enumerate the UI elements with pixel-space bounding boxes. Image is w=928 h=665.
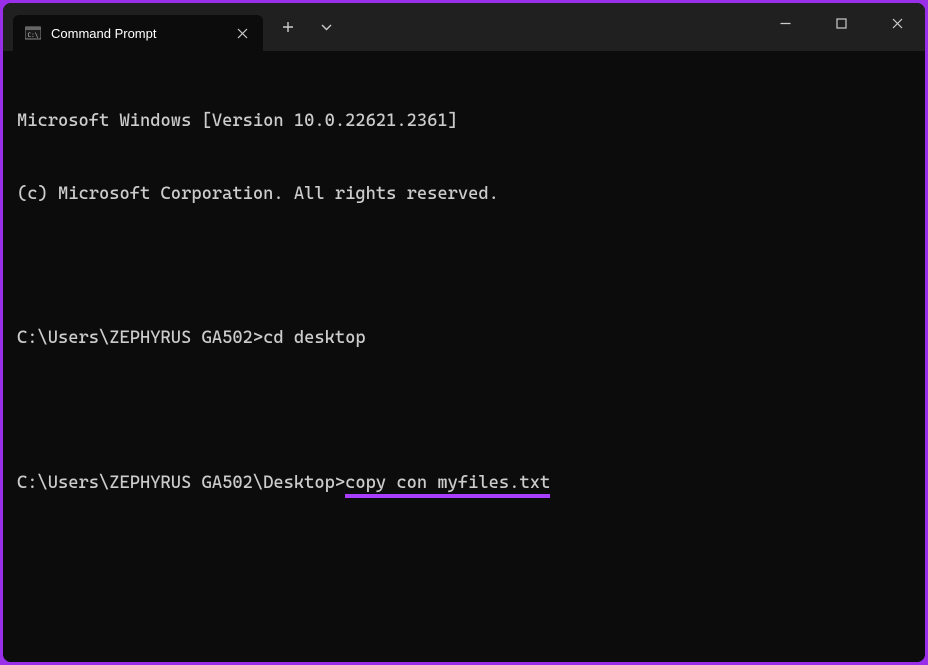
window-controls (757, 3, 925, 51)
copyright-line: (c) Microsoft Corporation. All rights re… (17, 182, 911, 206)
prompt-line-1: C:\Users\ZEPHYRUS GA502>cd desktop (17, 326, 911, 350)
prompt-1: C:\Users\ZEPHYRUS GA502> (17, 328, 263, 348)
command-2-highlighted: copy con myfiles.txt (345, 473, 550, 498)
prompt-line-2: C:\Users\ZEPHYRUS GA502\Desktop>copy con… (17, 471, 911, 495)
close-window-button[interactable] (869, 3, 925, 43)
command-1: cd desktop (263, 328, 366, 348)
tab-title: Command Prompt (51, 26, 223, 41)
tab-command-prompt[interactable]: C:\ Command Prompt (13, 15, 263, 51)
blank-line (17, 399, 911, 423)
titlebar: C:\ Command Prompt (3, 3, 925, 51)
maximize-button[interactable] (813, 3, 869, 43)
terminal-content-area[interactable]: Microsoft Windows [Version 10.0.22621.23… (3, 51, 925, 662)
svg-text:C:\: C:\ (28, 32, 39, 39)
version-line: Microsoft Windows [Version 10.0.22621.23… (17, 109, 911, 133)
prompt-2: C:\Users\ZEPHYRUS GA502\Desktop> (17, 473, 345, 493)
tab-close-button[interactable] (233, 24, 251, 42)
tab-toolbar (271, 10, 343, 44)
minimize-button[interactable] (757, 3, 813, 43)
tab-dropdown-button[interactable] (309, 10, 343, 44)
new-tab-button[interactable] (271, 10, 305, 44)
terminal-window: C:\ Command Prompt (3, 3, 925, 662)
command-prompt-icon: C:\ (25, 25, 41, 41)
blank-line (17, 254, 911, 278)
